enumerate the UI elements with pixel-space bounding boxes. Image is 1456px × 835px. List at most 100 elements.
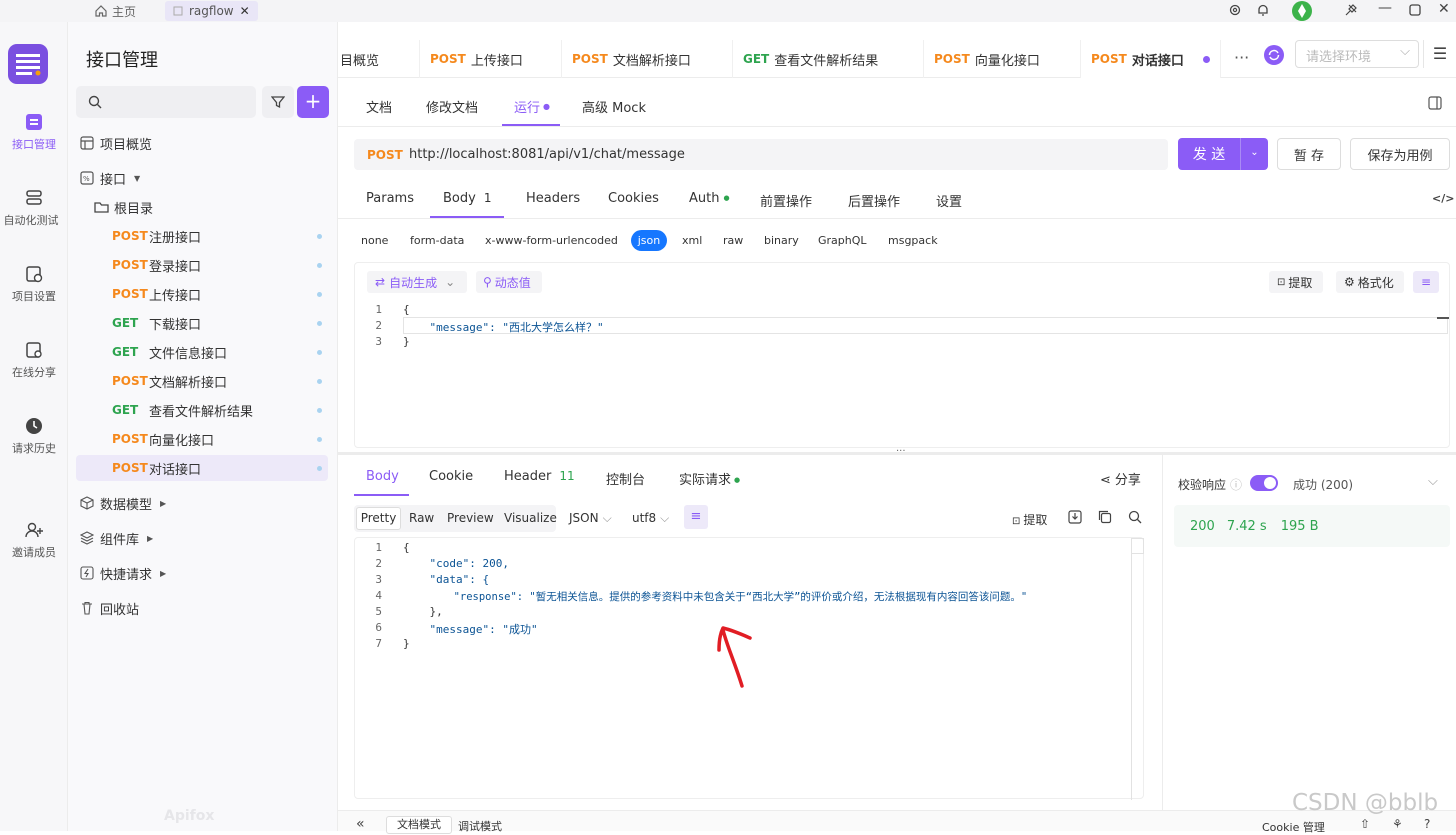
debug-mode-button[interactable]: 调试模式 — [458, 818, 502, 834]
tab-headers[interactable]: Headers — [526, 191, 580, 206]
sidebar-item-components[interactable]: 组件库 ▶ — [76, 525, 328, 551]
tab-settings[interactable]: 设置 — [936, 191, 962, 210]
split-panel-icon[interactable] — [1428, 96, 1442, 110]
filter-button[interactable] — [262, 86, 294, 118]
api-item-download[interactable]: GET 下载接口 — [112, 310, 328, 336]
encoding-select[interactable]: utf8 ⌵ — [632, 511, 669, 526]
format-select[interactable]: JSON ⌵ — [569, 511, 612, 526]
sidebar-search-input[interactable] — [76, 86, 256, 118]
resp-tab-actual-request[interactable]: 实际请求 ● — [679, 469, 740, 488]
view-pretty[interactable]: Pretty — [356, 507, 401, 530]
wrap-toggle-icon[interactable]: ≡ — [684, 505, 708, 529]
collapse-icon[interactable]: « — [356, 816, 365, 832]
tab-vectorize[interactable]: POST 向量化接口 — [924, 40, 1081, 78]
resp-extract-button[interactable]: ⊡ 提取 — [1012, 511, 1047, 528]
help-circle-icon[interactable]: ? — [1424, 817, 1430, 831]
environment-select[interactable]: 请选择环境 ⌵ — [1295, 40, 1419, 68]
tab-doc-parse[interactable]: POST 文档解析接口 — [562, 40, 733, 78]
more-icon[interactable]: ··· — [1234, 48, 1249, 67]
scrollbar-thumb[interactable] — [1131, 538, 1144, 554]
subtab-doc[interactable]: 文档 — [366, 86, 392, 126]
wrap-toggle-icon[interactable]: ≡ — [1413, 271, 1439, 293]
tab-overview[interactable]: 目概览 — [338, 40, 420, 78]
tab-chat[interactable]: POST 对话接口 — [1081, 40, 1221, 78]
code-view-icon[interactable]: </> — [1432, 192, 1454, 205]
sidebar-item-interfaces[interactable]: % 接口 ▼ — [76, 165, 328, 191]
api-item-parse-result[interactable]: GET 查看文件解析结果 — [112, 397, 328, 423]
rail-invite-member[interactable]: 邀请成员 — [0, 520, 68, 560]
body-type-binary[interactable]: binary — [764, 234, 799, 247]
sidebar-item-recycle-bin[interactable]: 回收站 — [76, 595, 328, 621]
sidebar-item-overview[interactable]: 项目概览 — [76, 130, 328, 156]
gear-icon[interactable] — [1228, 3, 1242, 17]
api-item-upload[interactable]: POST 上传接口 — [112, 281, 328, 307]
tab-post-script[interactable]: 后置操作 — [848, 191, 900, 210]
scrollbar-track[interactable] — [1131, 538, 1132, 800]
view-raw[interactable]: Raw — [409, 511, 434, 525]
body-type-msgpack[interactable]: msgpack — [888, 234, 938, 247]
view-visualize[interactable]: Visualize — [504, 511, 557, 525]
api-item-chat[interactable]: POST 对话接口 — [76, 455, 328, 481]
tab-body[interactable]: Body 1 — [443, 191, 491, 206]
upload-icon[interactable]: ⇧ — [1360, 817, 1370, 831]
view-preview[interactable]: Preview — [447, 511, 494, 525]
resp-tab-cookie[interactable]: Cookie — [429, 469, 473, 484]
method-select[interactable]: POST — [367, 148, 409, 162]
body-type-graphql[interactable]: GraphQL — [818, 234, 867, 247]
drag-handle-icon[interactable]: ··· — [896, 446, 906, 457]
extract-button[interactable]: ⊡ 提取 — [1269, 271, 1323, 293]
body-type-none[interactable]: none — [361, 234, 388, 247]
copy-icon[interactable] — [1098, 510, 1112, 524]
resp-tab-header[interactable]: Header 11 — [504, 469, 575, 484]
chevron-down-icon[interactable]: ⌵ — [1428, 474, 1438, 489]
rail-api-manage[interactable]: 接口管理 — [0, 112, 68, 152]
api-item-vectorize[interactable]: POST 向量化接口 — [112, 426, 328, 452]
save-button[interactable]: 暂 存 — [1277, 138, 1341, 170]
share-button[interactable]: ⋖ 分享 — [1100, 469, 1141, 488]
subtab-mock[interactable]: 高级 Mock — [582, 86, 646, 126]
format-button[interactable]: ⚙ 格式化 — [1336, 271, 1404, 293]
auto-generate-button[interactable]: ⇄ 自动生成 ⌄ — [367, 271, 467, 293]
resp-tab-console[interactable]: 控制台 — [606, 469, 645, 488]
sync-status-icon[interactable] — [1290, 0, 1314, 22]
body-type-form-data[interactable]: form-data — [410, 234, 464, 247]
api-item-register[interactable]: POST 注册接口 — [112, 223, 328, 249]
add-button[interactable]: + — [297, 86, 329, 118]
api-item-file-info[interactable]: GET 文件信息接口 — [112, 339, 328, 365]
plugin-icon[interactable]: ⚘ — [1392, 817, 1403, 831]
tab-auth[interactable]: Auth ● — [689, 191, 730, 206]
subtab-run[interactable]: 运行 ● — [514, 86, 550, 126]
rail-project-settings[interactable]: 项目设置 — [0, 264, 68, 304]
bell-icon[interactable] — [1256, 3, 1270, 17]
home-tab[interactable]: 主页 — [94, 0, 136, 22]
dynamic-value-button[interactable]: ⚲ 动态值 — [476, 271, 542, 293]
pin-icon[interactable] — [1344, 3, 1358, 17]
rail-online-share[interactable]: 在线分享 — [0, 340, 68, 380]
tab-parse-result[interactable]: GET 查看文件解析结果 — [733, 40, 924, 78]
subtab-edit[interactable]: 修改文档 — [426, 86, 478, 126]
save-as-case-button[interactable]: 保存为用例 — [1350, 138, 1450, 170]
menu-icon[interactable]: ☰ — [1423, 40, 1456, 68]
body-type-xml[interactable]: xml — [682, 234, 702, 247]
url-input[interactable]: POST http://localhost:8081/api/v1/chat/m… — [354, 139, 1168, 170]
send-button[interactable]: 发 送 ⌄ — [1178, 138, 1268, 170]
close-icon[interactable]: ✕ — [240, 4, 250, 18]
sidebar-item-root[interactable]: 根目录 — [94, 194, 346, 220]
project-tab[interactable]: ragflow ✕ — [165, 1, 258, 21]
api-item-login[interactable]: POST 登录接口 — [112, 252, 328, 278]
tab-cookies[interactable]: Cookies — [608, 191, 659, 206]
resp-tab-body[interactable]: Body — [366, 469, 399, 484]
refresh-env-icon[interactable] — [1263, 44, 1285, 66]
validate-toggle[interactable] — [1250, 475, 1278, 491]
tab-upload[interactable]: POST 上传接口 — [420, 40, 562, 78]
tab-params[interactable]: Params — [366, 191, 414, 206]
request-body-editor[interactable]: ⇄ 自动生成 ⌄ ⚲ 动态值 ⊡ 提取 ⚙ 格式化 ≡ 1 { 2 "message": "… — [354, 262, 1450, 448]
maximize-icon[interactable] — [1409, 4, 1421, 16]
body-type-urlencoded[interactable]: x-www-form-urlencoded — [485, 234, 618, 247]
search-icon[interactable] — [1128, 510, 1142, 524]
rail-automation[interactable]: 自动化测试 — [0, 188, 68, 228]
rail-request-history[interactable]: 请求历史 — [0, 416, 68, 456]
send-dropdown-icon[interactable]: ⌄ — [1240, 138, 1268, 170]
minimize-icon[interactable]: — — [1378, 0, 1392, 16]
download-icon[interactable] — [1068, 510, 1082, 524]
